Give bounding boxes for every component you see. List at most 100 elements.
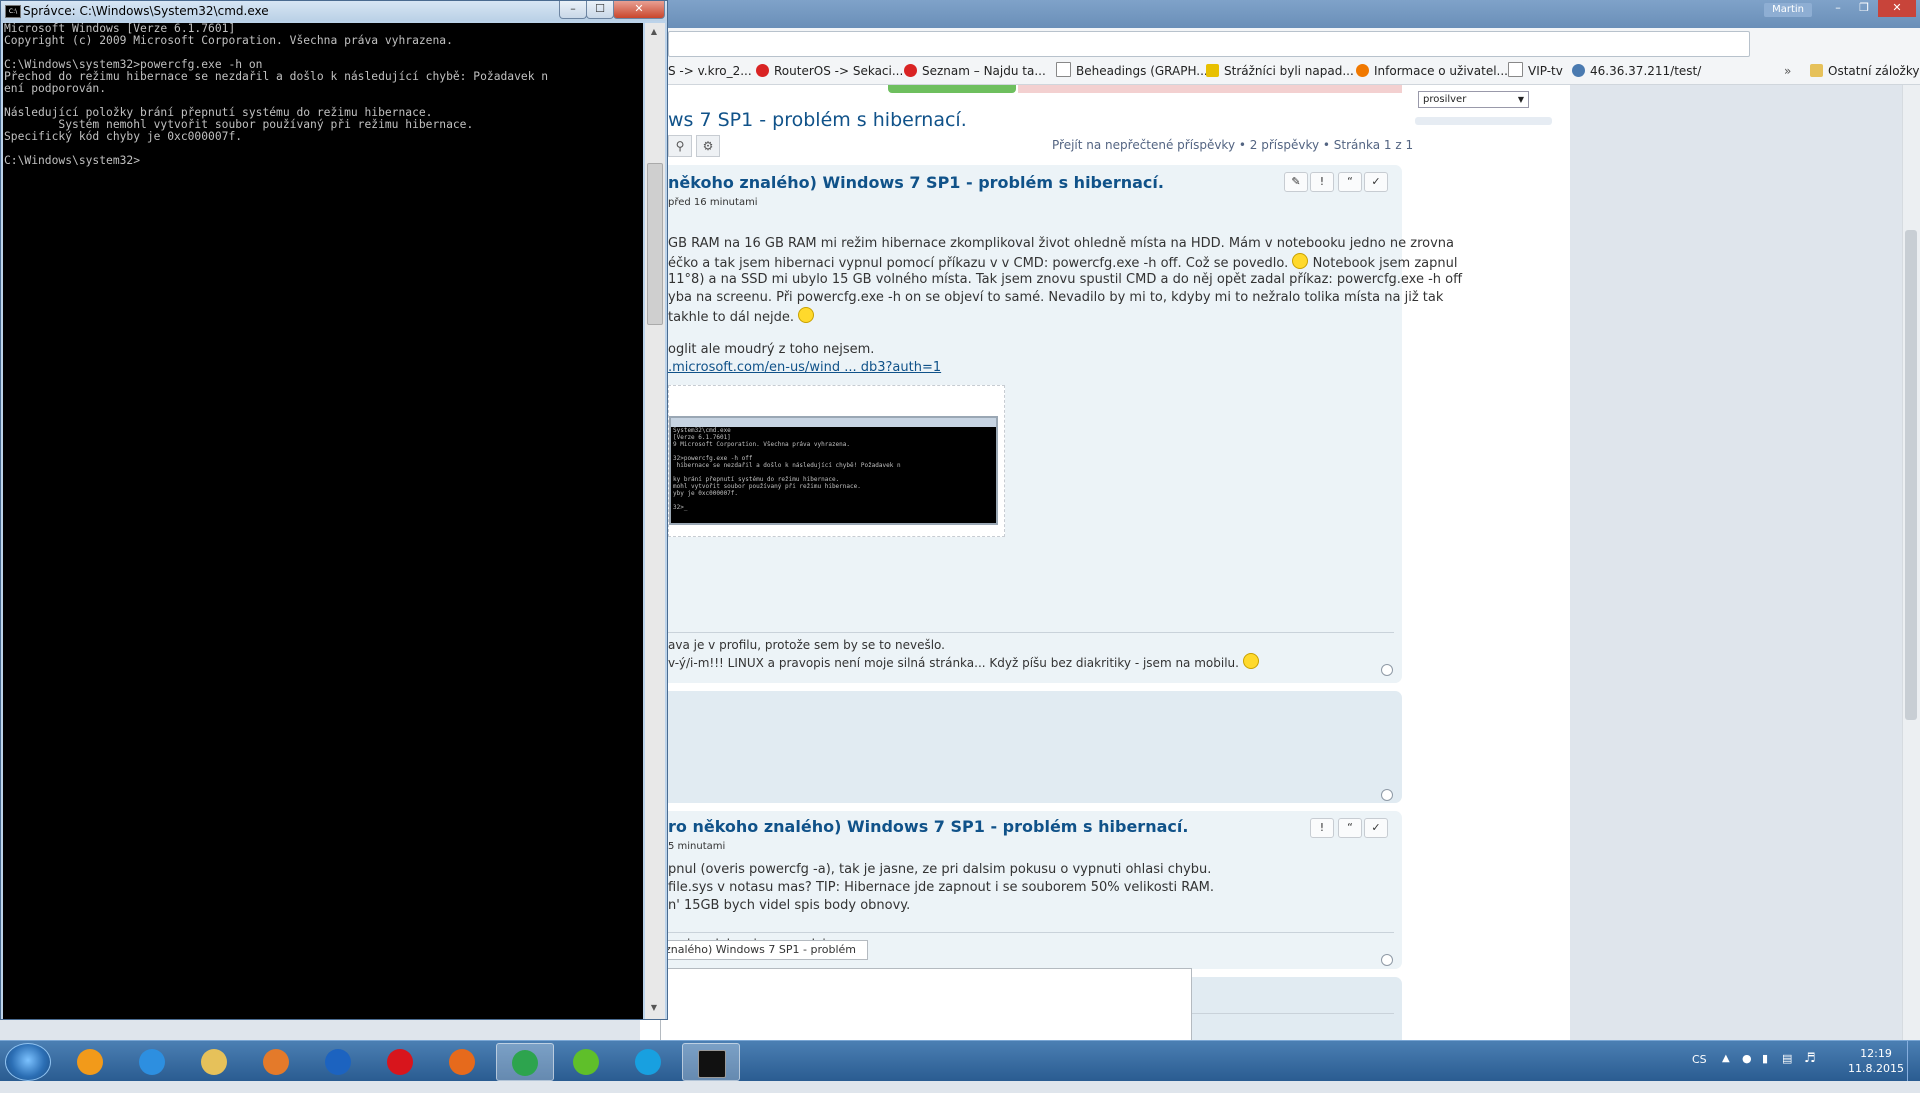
- close-button[interactable]: ✕: [1878, 0, 1916, 17]
- edit-icon[interactable]: ✎: [1284, 172, 1308, 192]
- sidebar-divider: [1415, 117, 1552, 125]
- maximize-button[interactable]: ❐: [1852, 0, 1876, 17]
- cmd-scroll-thumb[interactable]: [647, 163, 663, 325]
- back-to-top-icon[interactable]: [1381, 789, 1393, 801]
- post-separator-block: [660, 691, 1402, 803]
- bookmark-item[interactable]: Beheadings (GRAPH...: [1056, 62, 1208, 80]
- cmd-icon: C:\: [5, 5, 21, 18]
- typing-icon: [325, 1049, 351, 1075]
- post-text-line: éčko a tak jsem hibernaci vypnul pomocí …: [668, 253, 1457, 273]
- bookmark-item[interactable]: VIP-tv: [1508, 62, 1563, 80]
- media-player-icon: [263, 1049, 289, 1075]
- gear-icon[interactable]: ⚙: [696, 135, 720, 157]
- back-to-top-icon[interactable]: [1381, 664, 1393, 676]
- taskbar-button[interactable]: [124, 1043, 180, 1079]
- style-select[interactable]: prosilver ▼: [1418, 91, 1529, 108]
- signature-divider: [668, 932, 1394, 933]
- post-text-line: file.sys v notasu mas? TIP: Hibernace jd…: [668, 880, 1215, 895]
- other-bookmarks[interactable]: Ostatní záložky: [1810, 62, 1919, 80]
- post-text-line: takhle to dál nejde.: [668, 307, 815, 327]
- attached-screenshot[interactable]: System32\cmd.exe [Verze 6.1.7601] 9 Micr…: [668, 385, 1005, 537]
- address-bar[interactable]: [668, 31, 1750, 57]
- cmd-scrollbar[interactable]: ▲ ▼: [645, 23, 665, 1019]
- topic-stats: Přejít na nepřečtené příspěvky • 2 přísp…: [1052, 138, 1414, 152]
- report-icon[interactable]: !: [1310, 818, 1334, 838]
- globe-icon: [1572, 64, 1585, 77]
- chrome-icon: [512, 1050, 538, 1076]
- bookmark-item[interactable]: Informace o uživatel...: [1356, 62, 1508, 80]
- clock-time: 12:19: [1860, 1047, 1892, 1060]
- taskbar-button[interactable]: [496, 1043, 554, 1081]
- reply-subject-input[interactable]: znalého) Windows 7 SP1 - problém: [660, 940, 868, 960]
- folder-icon: [1810, 64, 1823, 77]
- taskbar-button[interactable]: [620, 1043, 676, 1079]
- scroll-up-icon[interactable]: ▲: [647, 25, 661, 39]
- post-text-line: oglit ale moudrý z toho nejsem.: [668, 342, 875, 357]
- minimize-button[interactable]: –: [1826, 0, 1850, 17]
- report-icon[interactable]: !: [1310, 172, 1334, 192]
- show-desktop-button[interactable]: [1907, 1041, 1920, 1081]
- bookmark-item[interactable]: RouterOS -> Sekaci...: [756, 62, 903, 80]
- smile-icon: [1242, 653, 1259, 669]
- volume-icon[interactable]: ♬: [1804, 1051, 1816, 1091]
- cmd-window-title: Správce: C:\Windows\System32\cmd.exe: [23, 4, 269, 18]
- cmd-minimize-button[interactable]: –: [559, 1, 587, 19]
- attached-cmd-titlebar: [671, 418, 996, 427]
- skype-icon: [635, 1049, 661, 1075]
- signature-line: v-ý/i-m!!! LINUX a pravopis není moje si…: [668, 653, 1259, 672]
- checkmark-icon[interactable]: ✓: [1364, 818, 1388, 838]
- taskbar-button[interactable]: [248, 1043, 304, 1079]
- chrome-user-button[interactable]: Martin: [1764, 3, 1812, 17]
- bookmark-item[interactable]: 46.36.37.211/test/: [1572, 62, 1701, 80]
- taskbar-button[interactable]: [186, 1043, 242, 1079]
- clock-date: 11.8.2015: [1848, 1062, 1904, 1075]
- post-title[interactable]: ro někoho znalého) Windows 7 SP1 - probl…: [668, 817, 1188, 836]
- cmd-icon: [698, 1050, 726, 1078]
- browser-scroll-thumb[interactable]: [1905, 230, 1917, 720]
- quote-icon[interactable]: “: [1338, 172, 1362, 192]
- back-to-top-icon[interactable]: [1381, 954, 1393, 966]
- battery-icon[interactable]: ▮: [1762, 1052, 1768, 1092]
- attached-cmd-image: System32\cmd.exe [Verze 6.1.7601] 9 Micr…: [669, 416, 998, 525]
- lastpass-tray-icon[interactable]: ●: [1742, 1052, 1752, 1092]
- taskbar-button[interactable]: [310, 1043, 366, 1079]
- quote-icon[interactable]: “: [1338, 818, 1362, 838]
- browser-scrollbar[interactable]: [1902, 85, 1920, 1040]
- new-topic-tab[interactable]: [888, 85, 1016, 93]
- taskbar-button[interactable]: [558, 1043, 614, 1079]
- taskbar-button[interactable]: [682, 1043, 740, 1081]
- bookmarks-overflow-icon[interactable]: »: [1784, 62, 1791, 80]
- cmd-console[interactable]: Microsoft Windows [Verze 6.1.7601] Copyr…: [3, 23, 643, 1019]
- opera-icon: [387, 1049, 413, 1075]
- taskbar-button[interactable]: [62, 1043, 118, 1079]
- forum-icon: [1356, 64, 1369, 77]
- network-icon[interactable]: ▤: [1782, 1052, 1792, 1092]
- signature-line: ava je v profilu, protože sem by se to n…: [668, 638, 945, 652]
- post-link[interactable]: .microsoft.com/en-us/wind ... db3?auth=1: [668, 359, 941, 377]
- dropdown-arrow-icon: ▼: [1517, 95, 1524, 104]
- post-title[interactable]: někoho znalého) Windows 7 SP1 - problém …: [668, 173, 1164, 192]
- cmd-close-button[interactable]: ✕: [613, 1, 665, 19]
- start-button[interactable]: [5, 1043, 51, 1081]
- cmd-titlebar[interactable]: C:\ Správce: C:\Windows\System32\cmd.exe…: [1, 1, 667, 21]
- post-text-line: n' 15GB bych videl spis body obnovy.: [668, 898, 911, 913]
- bookmark-item[interactable]: Seznam – Najdu ta...: [904, 62, 1046, 80]
- bookmark-item[interactable]: Strážníci byli napad...: [1206, 62, 1354, 80]
- clock[interactable]: 12:19 11.8.2015: [1846, 1046, 1906, 1076]
- seznam-icon: [904, 64, 917, 77]
- checkmark-icon[interactable]: ✓: [1364, 172, 1388, 192]
- cmd-maximize-button[interactable]: ☐: [586, 1, 614, 19]
- tray-expand-icon[interactable]: ▲: [1722, 1053, 1730, 1093]
- cmd-console-text: Microsoft Windows [Verze 6.1.7601] Copyr…: [4, 22, 549, 167]
- search-icon[interactable]: ⚲: [668, 135, 692, 157]
- bookmark-item[interactable]: S -> v.kro_2...: [668, 62, 752, 80]
- reply-textarea[interactable]: [660, 968, 1192, 1042]
- taskbar-button[interactable]: [434, 1043, 490, 1079]
- firefox-icon: [449, 1049, 475, 1075]
- taskbar-button[interactable]: [372, 1043, 428, 1079]
- scroll-down-icon[interactable]: ▼: [647, 1001, 661, 1015]
- attached-cmd-text: System32\cmd.exe [Verze 6.1.7601] 9 Micr…: [673, 427, 901, 511]
- topic-title[interactable]: ws 7 SP1 - problém s hibernací.: [668, 109, 967, 131]
- language-indicator[interactable]: CS: [1692, 1053, 1707, 1093]
- post-meta: před 16 minutami: [668, 197, 758, 208]
